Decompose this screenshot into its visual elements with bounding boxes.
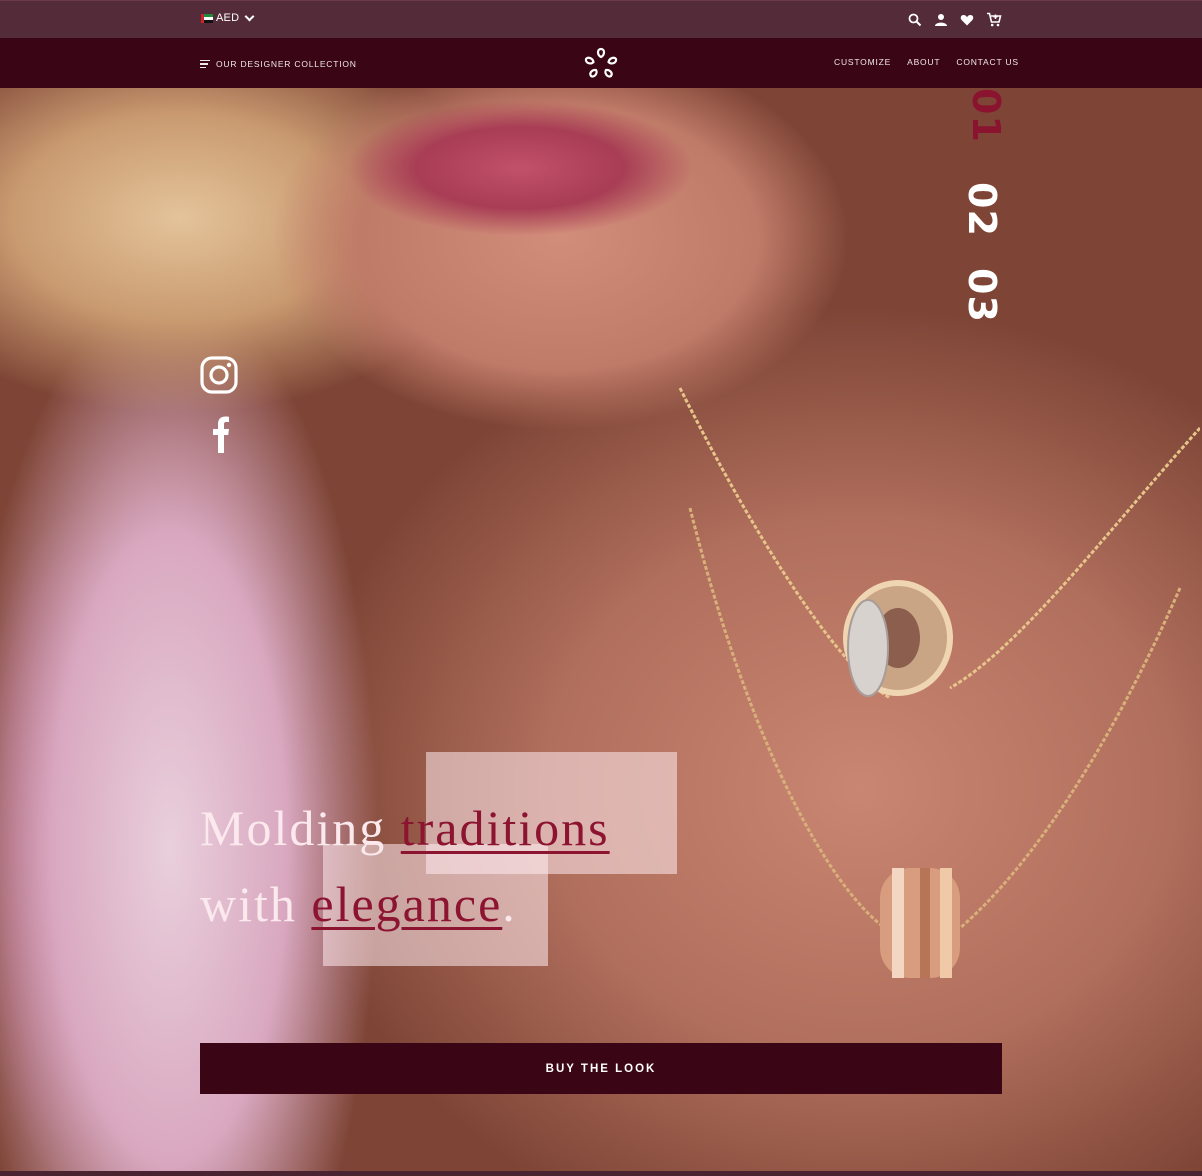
headline-period: .	[502, 876, 517, 932]
menu-icon	[200, 60, 210, 68]
headline-line-1: Molding traditions	[200, 790, 610, 866]
main-nav: OUR DESIGNER COLLECTION CUSTOMIZE ABOUT …	[0, 38, 1202, 88]
facebook-icon[interactable]	[200, 415, 238, 453]
currency-selector[interactable]: AED	[201, 11, 255, 24]
buy-the-look-button[interactable]: BUY THE LOOK	[200, 1043, 1002, 1094]
necklace-image	[678, 387, 1200, 978]
utility-icons	[908, 12, 1002, 27]
currency-label: AED	[216, 12, 240, 24]
headline-accent-word: traditions	[400, 800, 610, 856]
nav-link-customize[interactable]: CUSTOMIZE	[834, 57, 891, 67]
nav-link-about[interactable]: ABOUT	[907, 57, 940, 67]
hero-headline: Molding traditions with elegance.	[200, 790, 610, 942]
chevron-down-icon	[244, 11, 255, 22]
slide-indicator[interactable]: 03	[960, 268, 1004, 323]
footer-edge	[0, 1171, 1202, 1176]
social-links	[200, 356, 238, 453]
headline-word: with	[200, 876, 297, 932]
search-icon[interactable]	[908, 13, 922, 27]
instagram-icon[interactable]	[200, 356, 238, 394]
collection-label: OUR DESIGNER COLLECTION	[216, 59, 357, 69]
designer-collection-menu[interactable]: OUR DESIGNER COLLECTION	[200, 59, 357, 69]
brand-logo-icon[interactable]	[583, 46, 619, 80]
headline-accent-word: elegance	[311, 876, 503, 932]
nav-links: CUSTOMIZE ABOUT CONTACT US	[834, 57, 1019, 67]
slide-indicator-active[interactable]: 01	[964, 88, 1008, 143]
headline-word: Molding	[200, 800, 387, 856]
utility-bar: AED	[0, 0, 1202, 38]
slide-indicator[interactable]: 02	[960, 182, 1004, 237]
cart-icon[interactable]	[986, 12, 1002, 27]
wishlist-heart-icon[interactable]	[960, 13, 974, 27]
nav-link-contact-us[interactable]: CONTACT US	[956, 57, 1018, 67]
hero-banner: 01 02 03	[0, 88, 1202, 1171]
uae-flag-icon	[201, 13, 213, 23]
headline-line-2: with elegance.	[200, 866, 610, 942]
account-icon[interactable]	[934, 13, 948, 27]
